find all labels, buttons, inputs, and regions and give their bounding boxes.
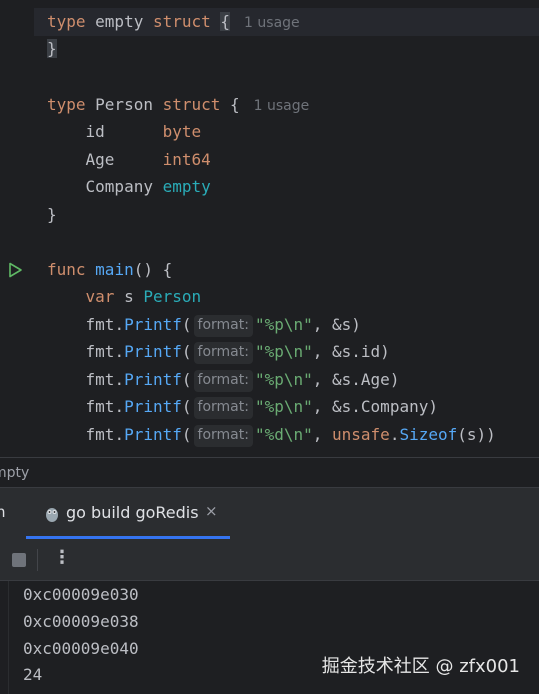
breadcrumb[interactable]: mpty [0, 457, 539, 487]
method-name: Printf [124, 397, 182, 416]
call-args: (s)) [457, 425, 496, 444]
watermark: 掘金技术社区 @ zfx001 [321, 656, 520, 677]
string-literal: "%p\n" [254, 397, 313, 416]
gopher-icon [46, 508, 58, 522]
code-line-11: var s Person [47, 283, 202, 310]
call-args: , &s.id) [312, 342, 390, 361]
more-options-icon[interactable]: ⋮ [53, 547, 71, 568]
brace: { [220, 95, 240, 114]
field-name: Age [85, 150, 163, 169]
method-name: Printf [124, 342, 182, 361]
keyword: type [47, 95, 86, 114]
package-name: fmt [85, 397, 115, 416]
console-line: 0xc00009e040 [23, 639, 139, 658]
usage-hint[interactable]: 1 usage [254, 98, 310, 114]
code-line-6: Age int64 [47, 146, 211, 173]
code-line-14: fmt.Printf(format: "%p\n", &s.Age) [47, 366, 399, 393]
code-line-12: fmt.Printf(format: "%p\n", &s) [47, 311, 361, 338]
parameter-hint: format: [193, 425, 253, 447]
string-literal: "%d\n" [254, 425, 313, 444]
field-name: Company [85, 177, 163, 196]
console-line: 0xc00009e038 [23, 612, 139, 631]
string-literal: "%p\n" [254, 315, 313, 334]
matched-brace: } [47, 39, 57, 58]
punctuation: , [312, 425, 333, 444]
console-line: 24 [23, 665, 43, 684]
package-name: fmt [85, 315, 115, 334]
code-line-13: fmt.Printf(format: "%p\n", &s.id) [47, 338, 390, 365]
field-type: int64 [162, 150, 211, 169]
code-editor[interactable]: type empty struct {1 usage } type Person… [0, 0, 539, 457]
variable-name: s [114, 287, 144, 306]
keyword: struct [152, 12, 211, 31]
string-literal: "%p\n" [254, 342, 313, 361]
parameter-hint: format: [193, 370, 253, 392]
tool-window-title[interactable]: n [0, 503, 6, 521]
tab-label: go build goRedis [66, 503, 199, 522]
keyword: struct [162, 95, 221, 114]
code-line-16: fmt.Printf(format: "%d\n", unsafe.Sizeof(… [47, 421, 496, 448]
call-args: , &s.Company) [312, 397, 438, 416]
type-reference: Person [143, 287, 202, 306]
package-name: unsafe [332, 425, 390, 444]
keyword: var [85, 287, 115, 306]
string-literal: "%p\n" [254, 370, 313, 389]
code-line-1: type empty struct {1 usage [47, 8, 300, 35]
call-args: , &s) [312, 315, 361, 334]
parameter-hint: format: [193, 315, 253, 337]
field-type: byte [162, 122, 202, 141]
field-name: id [85, 122, 163, 141]
console-line: 0xc00009e030 [23, 585, 139, 604]
run-play-icon[interactable] [7, 262, 23, 278]
code-line-7: Company empty [47, 173, 211, 200]
method-name: Printf [124, 315, 182, 334]
package-name: fmt [85, 370, 115, 389]
run-toolbar: ⋮ [0, 539, 539, 581]
keyword: type [47, 12, 86, 31]
package-name: fmt [85, 342, 115, 361]
matched-brace: { [220, 12, 231, 31]
code-line-2: } [47, 35, 57, 62]
parameter-hint: format: [193, 342, 253, 364]
field-type: empty [162, 177, 211, 196]
method-name: Printf [124, 425, 182, 444]
tab-go-build-goredis[interactable]: go build goRedis × [26, 488, 230, 539]
method-name: Sizeof [399, 425, 458, 444]
editor-gutter [0, 0, 34, 457]
breadcrumb-item[interactable]: mpty [0, 465, 29, 481]
code-line-15: fmt.Printf(format: "%p\n", &s.Company) [47, 393, 438, 420]
punctuation: . [389, 425, 400, 444]
punctuation: () { [133, 260, 173, 279]
usage-hint[interactable]: 1 usage [244, 15, 300, 31]
code-line-8: } [47, 201, 57, 228]
keyword: func [47, 260, 86, 279]
code-line-5: id byte [47, 118, 202, 145]
package-name: fmt [85, 425, 115, 444]
type-name: Person [85, 95, 163, 114]
type-name: empty [85, 12, 153, 31]
run-tool-window-tabs: n go build goRedis × [0, 487, 539, 539]
method-name: Printf [124, 370, 182, 389]
close-icon[interactable]: × [205, 502, 218, 520]
brace: } [47, 205, 57, 224]
stop-icon[interactable] [12, 553, 26, 567]
function-name: main [95, 260, 134, 279]
toolbar-divider [37, 549, 38, 571]
code-line-10: func main() { [47, 256, 172, 283]
console-gutter [0, 581, 9, 694]
parameter-hint: format: [193, 397, 253, 419]
call-args: , &s.Age) [312, 370, 400, 389]
code-line-4: type Person struct {1 usage [47, 91, 309, 118]
